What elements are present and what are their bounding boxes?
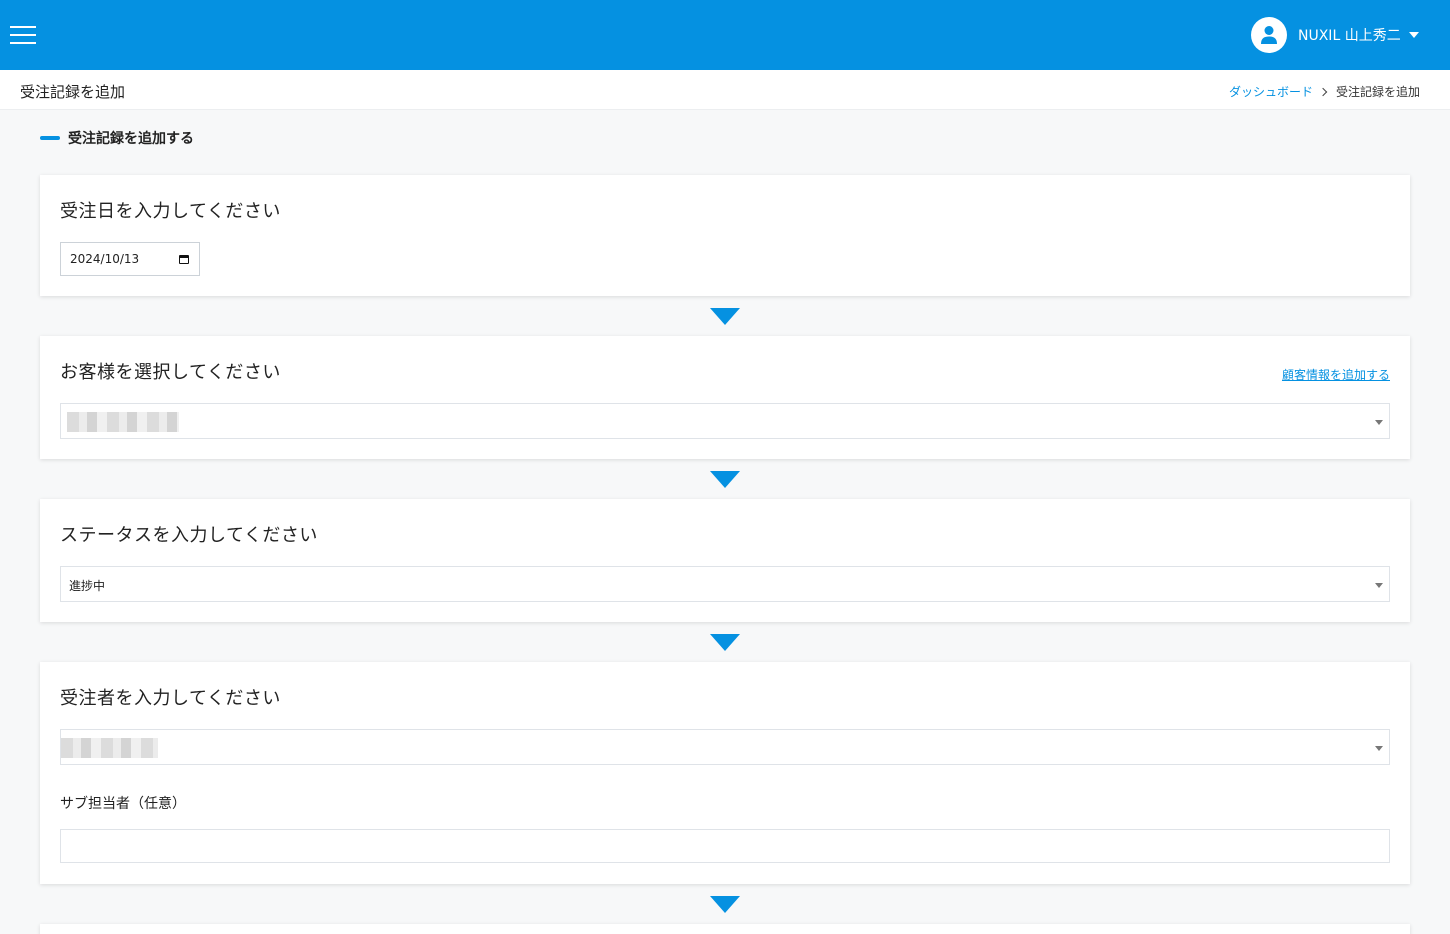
add-customer-link[interactable]: 顧客情報を追加する [1282, 366, 1390, 383]
step-arrow-down-icon [710, 471, 740, 488]
assignee-select[interactable] [60, 729, 1390, 765]
sub-assignee-input[interactable] [60, 829, 1390, 863]
user-avatar-icon [1251, 17, 1287, 53]
order-date-input[interactable]: 2024/10/13 [60, 242, 200, 276]
step-arrow-down-icon [710, 896, 740, 913]
user-menu[interactable]: NUXIL 山上秀二 [1251, 17, 1419, 53]
status-select-value: 進捗中 [69, 579, 106, 593]
select-caret-icon [1375, 583, 1383, 588]
customer-select[interactable] [60, 403, 1390, 439]
hamburger-menu-icon[interactable] [10, 26, 36, 44]
top-navigation-bar: NUXIL 山上秀二 [0, 0, 1450, 70]
page-header: 受注記録を追加 ダッシュボード 受注記録を追加 [0, 70, 1450, 110]
user-name: NUXIL 山上秀二 [1298, 28, 1401, 44]
order-date-value: 2024/10/13 [70, 252, 140, 266]
order-date-card: 受注日を入力してください 2024/10/13 [40, 175, 1410, 296]
select-caret-icon [1375, 420, 1383, 425]
customer-card: お客様を選択してください 顧客情報を追加する [40, 336, 1410, 459]
assignee-title: 受注者を入力してください [60, 688, 281, 709]
step-arrow-down-icon [710, 308, 740, 325]
section-title: 受注記録を追加する [68, 131, 194, 147]
order-date-title: 受注日を入力してください [60, 201, 281, 222]
sub-assignee-label: サブ担当者（任意） [60, 796, 186, 812]
step-arrow-down-icon [710, 634, 740, 651]
select-caret-icon [1375, 746, 1383, 751]
status-card: ステータスを入力してください 進捗中 [40, 499, 1410, 622]
customer-title: お客様を選択してください [60, 362, 281, 383]
chevron-right-icon [1318, 87, 1328, 96]
breadcrumb: ダッシュボード 受注記録を追加 [1229, 83, 1420, 100]
caret-down-icon [1408, 32, 1419, 38]
section-heading: 受注記録を追加する [40, 128, 194, 148]
redacted-customer-name [67, 412, 179, 432]
calendar-icon[interactable] [179, 255, 189, 264]
next-step-card [40, 924, 1410, 934]
section-accent-bar [40, 136, 60, 140]
status-title: ステータスを入力してください [60, 525, 318, 546]
assignee-card: 受注者を入力してください サブ担当者（任意） [40, 662, 1410, 884]
redacted-assignee-name [61, 738, 158, 758]
breadcrumb-dashboard-link[interactable]: ダッシュボード [1229, 83, 1313, 100]
breadcrumb-current: 受注記録を追加 [1335, 85, 1420, 99]
page-title: 受注記録を追加 [20, 83, 126, 101]
status-select[interactable]: 進捗中 [60, 566, 1390, 602]
